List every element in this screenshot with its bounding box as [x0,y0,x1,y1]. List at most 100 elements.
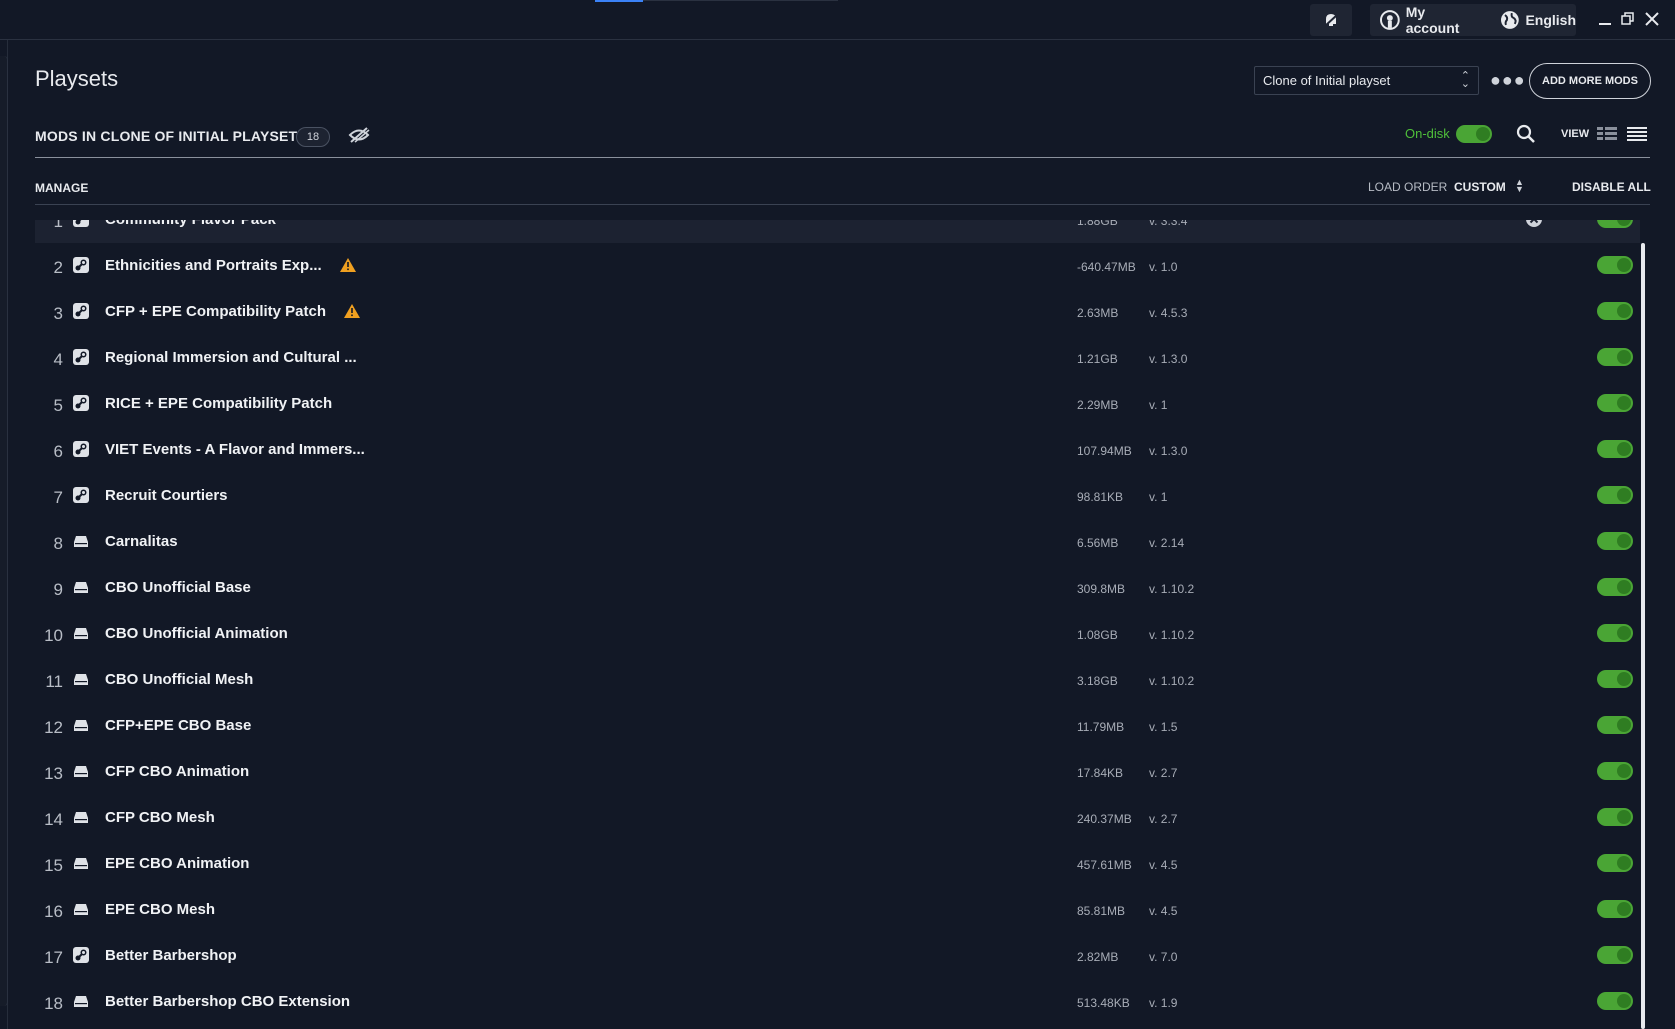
mod-row[interactable]: 11 CBO Unofficial Mesh 3.18GB v. 1.10.2 [35,657,1640,703]
mod-enabled-toggle[interactable] [1597,624,1633,642]
search-icon[interactable] [1516,124,1536,144]
mod-enabled-toggle[interactable] [1597,670,1633,688]
mod-row[interactable]: 5 RICE + EPE Compatibility Patch 2.29MB v. … [35,381,1640,427]
disable-all-button[interactable]: DISABLE ALL [1572,180,1651,194]
playset-dropdown[interactable]: Clone of Initial playset ⌃ ⌄ [1254,66,1479,95]
warning-icon[interactable] [344,304,360,323]
mod-name[interactable]: CFP+EPE CBO Base [105,717,251,734]
mod-version: v. 4.5 [1149,858,1178,872]
restore-button[interactable] [1617,8,1639,30]
mod-row[interactable]: 10 CBO Unofficial Animation 1.08GB v. 1.10.… [35,611,1640,657]
mod-enabled-toggle[interactable] [1597,946,1633,964]
mod-row[interactable]: 16 EPE CBO Mesh 85.81MB v. 4.5 [35,887,1640,933]
on-disk-toggle[interactable] [1456,125,1492,143]
mod-enabled-toggle[interactable] [1597,440,1633,458]
mod-version: v. 1.3.0 [1149,352,1188,366]
scrollbar[interactable] [1641,243,1645,1029]
mod-load-index: 15 [44,856,63,875]
mod-load-index: 12 [44,718,63,737]
mod-size: 1.21GB [1077,352,1118,366]
mod-name[interactable]: Community Flavor Pack [105,220,276,228]
mod-row[interactable]: 2 Ethnicities and Portraits Exp... -640.47… [35,243,1640,289]
mod-load-index: 2 [53,258,63,277]
mod-row[interactable]: 9 CBO Unofficial Base 309.8MB v. 1.10.2 [35,565,1640,611]
mod-row[interactable]: 4 Regional Immersion and Cultural ... 1.21… [35,335,1640,381]
notifications-button[interactable] [1310,4,1352,36]
mod-enabled-toggle[interactable] [1597,854,1633,872]
minimize-button[interactable] [1594,8,1616,30]
mod-version: v. 1 [1149,490,1168,504]
mod-more-options-button[interactable]: ••• [1551,220,1571,225]
mod-load-index: 6 [53,442,63,461]
mod-enabled-toggle[interactable] [1597,486,1633,504]
load-order-dropdown[interactable]: CUSTOM [1454,180,1506,194]
mod-name[interactable]: Ethnicities and Portraits Exp... [105,257,322,274]
mod-enabled-toggle[interactable] [1597,992,1633,1010]
local-mod-icon [73,855,89,871]
playset-more-options-button[interactable]: ●●● [1490,70,1526,91]
mod-row[interactable]: 8 Carnalitas 6.56MB v. 2.14 [35,519,1640,565]
mod-size: 2.63MB [1077,306,1119,320]
mod-name[interactable]: CBO Unofficial Base [105,579,251,596]
mod-enabled-toggle[interactable] [1597,348,1633,366]
mod-version: v. 1.10.2 [1149,628,1195,642]
mod-size: 240.37MB [1077,812,1132,826]
local-mod-icon [73,763,89,779]
mod-enabled-toggle[interactable] [1597,808,1633,826]
mod-enabled-toggle[interactable] [1597,220,1633,228]
mod-name[interactable]: Carnalitas [105,533,178,550]
mod-load-index: 11 [45,672,63,691]
mod-row[interactable]: 12 CFP+EPE CBO Base 11.79MB v. 1.5 [35,703,1640,749]
mod-row[interactable]: 14 CFP CBO Mesh 240.37MB v. 2.7 [35,795,1640,841]
mod-row[interactable]: 6 VIET Events - A Flavor and Immers... 107… [35,427,1640,473]
mod-name[interactable]: CBO Unofficial Mesh [105,671,253,688]
mod-count-badge: 18 [296,127,330,147]
globe-icon[interactable] [1500,10,1520,30]
mod-name[interactable]: EPE CBO Animation [105,855,249,872]
mod-row[interactable]: 1 Community Flavor Pack 1.88GB v. 3.3.4 ••• [35,220,1640,243]
mod-enabled-toggle[interactable] [1597,302,1633,320]
mod-name[interactable]: CFP CBO Animation [105,763,249,780]
mod-name[interactable]: EPE CBO Mesh [105,901,215,918]
mod-name[interactable]: CBO Unofficial Animation [105,625,288,642]
mod-enabled-toggle[interactable] [1597,256,1633,274]
mod-enabled-toggle[interactable] [1597,394,1633,412]
mod-name[interactable]: CFP CBO Mesh [105,809,215,826]
mod-name[interactable]: CFP + EPE Compatibility Patch [105,303,326,320]
my-account-link[interactable]: My account [1406,4,1482,36]
remove-mod-icon[interactable] [1525,220,1543,233]
account-icon[interactable] [1380,10,1400,30]
mod-size: 11.79MB [1077,720,1125,734]
mod-size: 85.81MB [1077,904,1126,918]
add-more-mods-button[interactable]: ADD MORE MODS [1529,63,1651,99]
language-selector[interactable]: English [1525,12,1576,28]
mod-row[interactable]: 13 CFP CBO Animation 17.84KB v. 2.7 [35,749,1640,795]
mod-name[interactable]: Recruit Courtiers [105,487,228,504]
mod-load-index: 5 [53,396,63,415]
mod-name[interactable]: VIET Events - A Flavor and Immers... [105,441,365,458]
load-order-chevron-icon[interactable]: ▲ ▼ [1515,178,1524,194]
mod-load-index: 1 [53,220,63,231]
mod-row[interactable]: 18 Better Barbershop CBO Extension 513.48K… [35,979,1640,1025]
mod-enabled-toggle[interactable] [1597,578,1633,596]
mod-name[interactable]: Regional Immersion and Cultural ... [105,349,357,366]
mod-name[interactable]: Better Barbershop CBO Extension [105,993,350,1010]
mod-enabled-toggle[interactable] [1597,900,1633,918]
mod-row[interactable]: 15 EPE CBO Animation 457.61MB v. 4.5 [35,841,1640,887]
close-button[interactable] [1641,8,1663,30]
mod-name[interactable]: RICE + EPE Compatibility Patch [105,395,332,412]
grid-view-icon[interactable] [1597,127,1617,141]
mod-row[interactable]: 7 Recruit Courtiers 98.81KB v. 1 [35,473,1640,519]
steam-icon [73,441,89,457]
mod-name[interactable]: Better Barbershop [105,947,237,964]
mod-enabled-toggle[interactable] [1597,762,1633,780]
mod-enabled-toggle[interactable] [1597,532,1633,550]
mod-enabled-toggle[interactable] [1597,716,1633,734]
warning-icon[interactable] [340,258,356,277]
hide-disabled-icon[interactable] [348,126,370,144]
list-view-icon[interactable] [1627,127,1647,141]
manage-button[interactable]: MANAGE [35,181,88,195]
mod-row[interactable]: 17 Better Barbershop 2.82MB v. 7.0 [35,933,1640,979]
mod-row[interactable]: 3 CFP + EPE Compatibility Patch 2.63MB v. 4… [35,289,1640,335]
section-divider [35,157,1650,158]
